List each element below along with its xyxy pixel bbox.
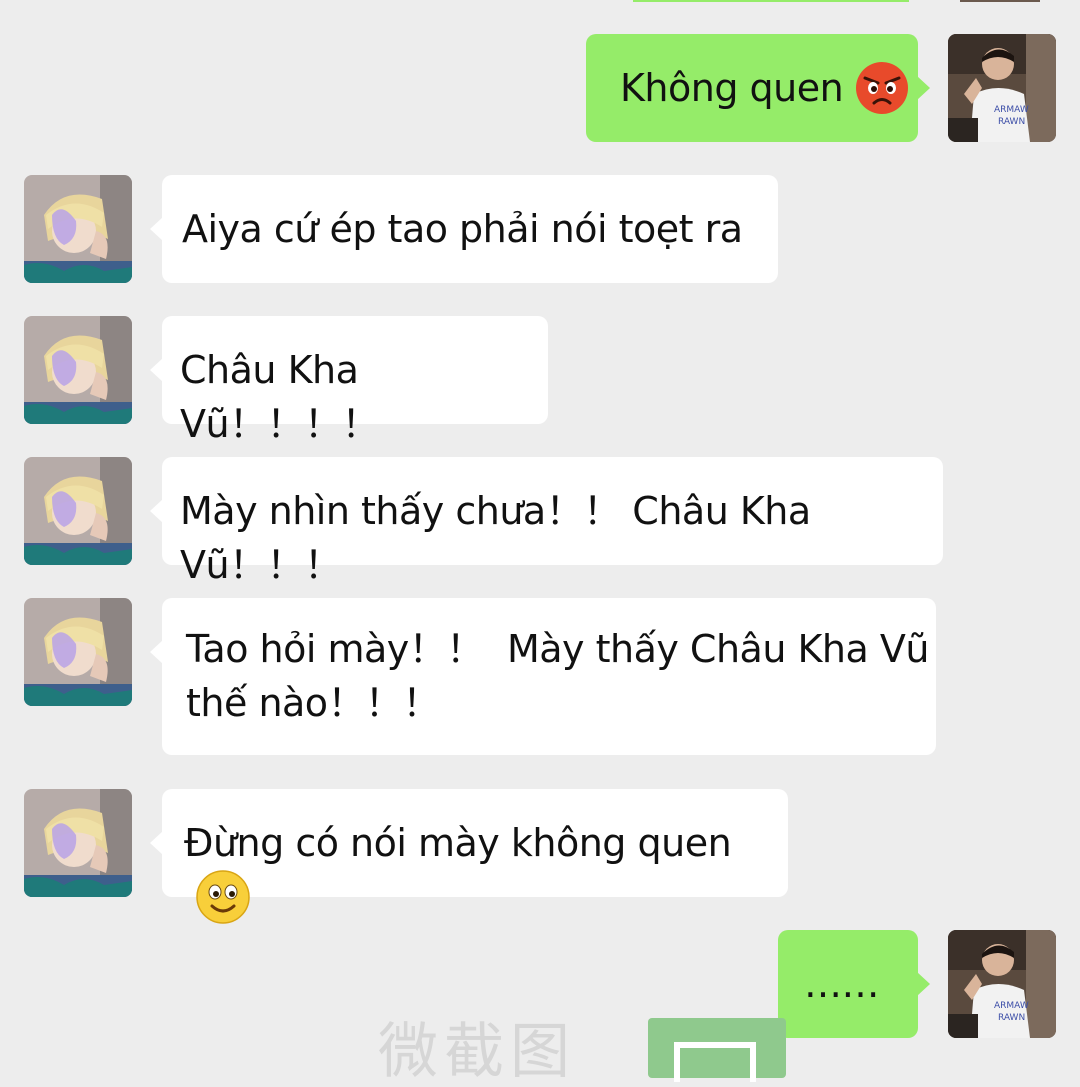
message-text: Đừng có nói mày không quen (184, 821, 732, 865)
message-text: Châu Kha Vũ！！！！ (180, 348, 380, 446)
message-text-line-2: thế nào！！！ (186, 681, 441, 725)
message-text: Mày nhìn thấy chưa！！ Châu Kha Vũ！！！ (180, 489, 811, 587)
incoming-message-bubble[interactable]: Châu Kha Vũ！！！！ (150, 316, 548, 446)
previous-message-bubble-edge (633, 0, 909, 2)
angry-face-emoji-icon (855, 61, 909, 115)
contact-avatar[interactable] (24, 457, 132, 565)
self-avatar[interactable]: ARMAW RAWN (948, 930, 1056, 1038)
contact-avatar[interactable] (24, 316, 132, 424)
previous-avatar-edge (960, 0, 1040, 2)
incoming-message-bubble[interactable]: Tao hỏi mày！！ Mày thấy Châu Kha Vũ thế n… (150, 598, 936, 755)
message-text-line-1: Tao hỏi mày！！ Mày thấy Châu Kha Vũ (186, 627, 929, 671)
message-text: Không quen (620, 66, 844, 110)
smiling-face-emoji-icon (196, 869, 250, 924)
contact-avatar[interactable] (24, 175, 132, 283)
incoming-message-bubble[interactable]: Mày nhìn thấy chưa！！ Châu Kha Vũ！！！ (150, 457, 943, 587)
contact-avatar[interactable] (24, 598, 132, 706)
watermark-logo-icon (648, 1018, 786, 1082)
svg-text:RAWN: RAWN (998, 1013, 1025, 1023)
outgoing-message-bubble[interactable]: Không quen (586, 34, 930, 142)
svg-text:RAWN: RAWN (998, 117, 1025, 127)
incoming-message-bubble[interactable]: Aiya cứ ép tao phải nói toẹt ra (150, 175, 778, 283)
chat-window: Không quen ARMAW RAWN Aiya cứ ép tao phả… (0, 0, 1080, 1082)
message-text: …… (804, 962, 880, 1006)
incoming-message-bubble[interactable]: Đừng có nói mày không quen (150, 789, 788, 924)
self-avatar[interactable]: ARMAW RAWN (948, 34, 1056, 142)
svg-text:ARMAW: ARMAW (994, 105, 1029, 115)
message-text: Aiya cứ ép tao phải nói toẹt ra (182, 207, 743, 251)
outgoing-message-bubble[interactable]: …… (778, 930, 930, 1038)
svg-text:ARMAW: ARMAW (994, 1001, 1029, 1011)
watermark-text: 微截图 (378, 1017, 576, 1087)
contact-avatar[interactable] (24, 789, 132, 897)
